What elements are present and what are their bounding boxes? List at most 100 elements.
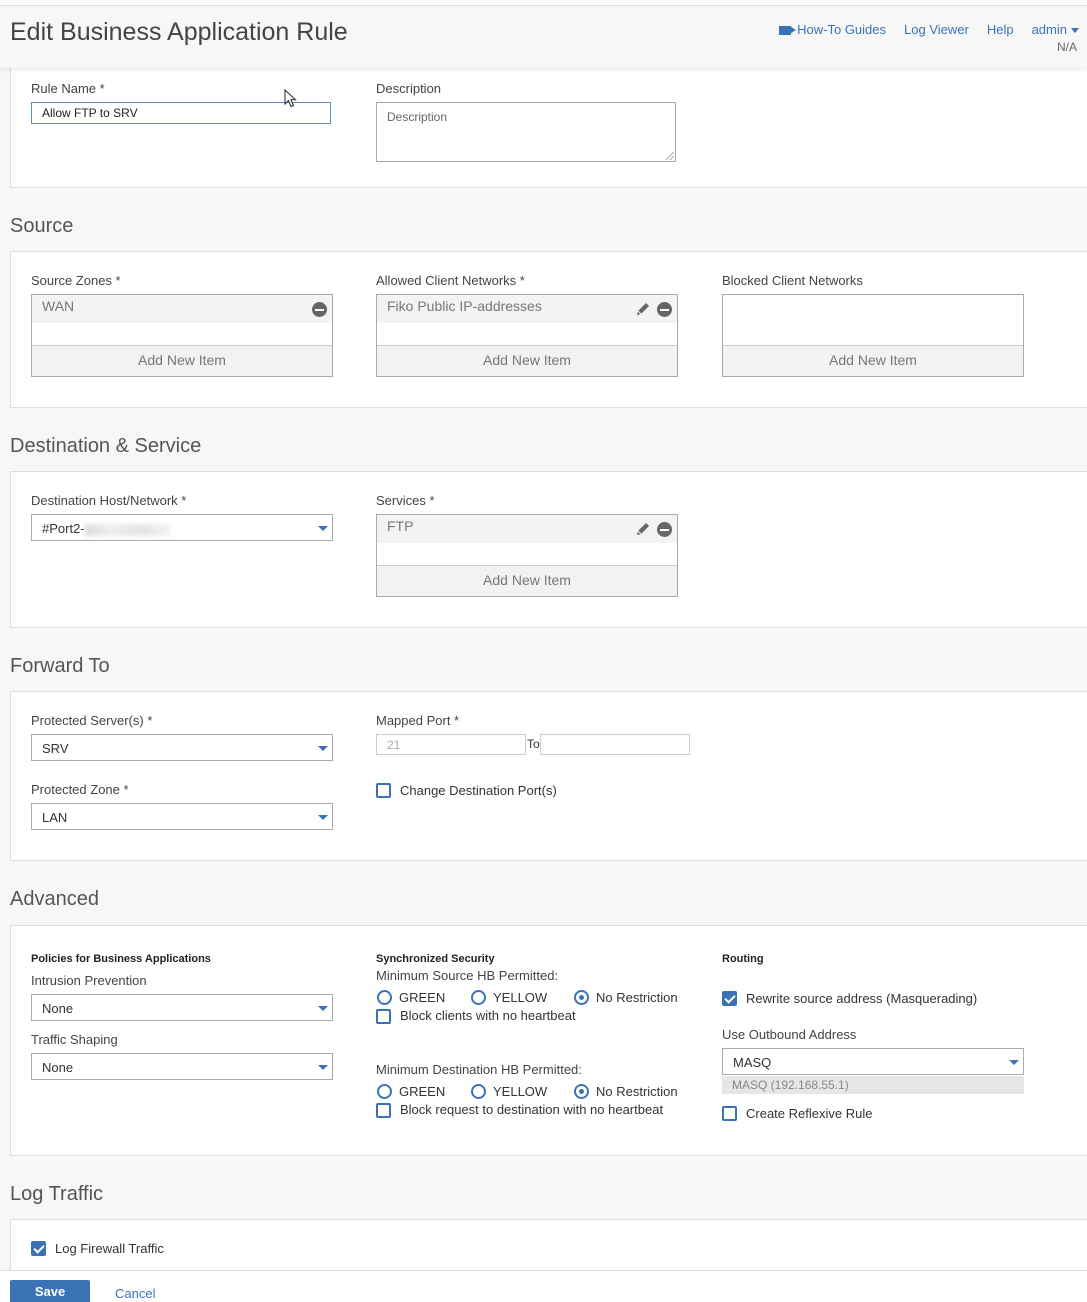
policies-label: Policies for Business Applications bbox=[31, 953, 211, 965]
dest-hb-no-restriction-radio[interactable] bbox=[574, 1084, 589, 1099]
page-title: Edit Business Application Rule bbox=[10, 18, 348, 46]
source-hb-yellow-label: YELLOW bbox=[493, 990, 548, 1005]
protected-server-value: SRV bbox=[42, 741, 69, 756]
log-viewer-link[interactable]: Log Viewer bbox=[904, 22, 969, 37]
page-header: Edit Business Application Rule How-To Gu… bbox=[0, 6, 1087, 68]
save-button[interactable]: Save bbox=[10, 1280, 90, 1302]
add-new-item-button[interactable]: Add New Item bbox=[377, 565, 677, 596]
outbound-address-info: MASQ (192.168.55.1) bbox=[722, 1076, 1024, 1094]
source-hb-green-radio[interactable] bbox=[377, 990, 392, 1005]
block-request-checkbox[interactable] bbox=[376, 1103, 391, 1118]
source-hb-green-label: GREEN bbox=[399, 990, 446, 1005]
redacted-blur bbox=[84, 523, 170, 536]
min-dest-hb-label: Minimum Destination HB Permitted: bbox=[376, 1062, 582, 1077]
reflexive-rule-label: Create Reflexive Rule bbox=[746, 1106, 873, 1121]
remove-icon[interactable] bbox=[657, 302, 672, 317]
cancel-button[interactable]: Cancel bbox=[115, 1286, 155, 1301]
block-request-label: Block request to destination with no hea… bbox=[400, 1102, 664, 1117]
forward-panel bbox=[10, 691, 1087, 861]
source-hb-no-restriction-radio[interactable] bbox=[574, 990, 589, 1005]
list-item: Fiko Public IP-addresses bbox=[377, 295, 677, 323]
mapped-port-label: Mapped Port * bbox=[376, 713, 460, 728]
protected-server-label: Protected Server(s) * bbox=[31, 713, 153, 728]
protected-zone-value: LAN bbox=[42, 810, 68, 825]
source-hb-yellow-radio[interactable] bbox=[471, 990, 486, 1005]
traffic-shaping-value: None bbox=[42, 1060, 74, 1075]
outbound-address-select[interactable]: MASQ bbox=[722, 1048, 1024, 1075]
protected-server-select[interactable]: SRV bbox=[31, 734, 333, 761]
chevron-down-icon bbox=[318, 746, 328, 751]
min-source-hb-label: Minimum Source HB Permitted: bbox=[376, 968, 559, 983]
services-list: FTP Add New Item bbox=[376, 514, 678, 597]
rewrite-source-label: Rewrite source address (Masquerading) bbox=[746, 991, 978, 1006]
source-zones-list: WAN Add New Item bbox=[31, 294, 333, 377]
change-destination-port-checkbox[interactable] bbox=[376, 783, 391, 798]
blocked-client-networks-list: Add New Item bbox=[722, 294, 1024, 377]
user-name: admin bbox=[1031, 22, 1067, 37]
log-firewall-traffic-checkbox[interactable] bbox=[31, 1241, 46, 1256]
dest-hb-no-restriction-label: No Restriction bbox=[596, 1084, 678, 1099]
remove-icon[interactable] bbox=[657, 522, 672, 537]
traffic-shaping-label: Traffic Shaping bbox=[31, 1032, 118, 1047]
block-clients-checkbox[interactable] bbox=[376, 1009, 391, 1024]
traffic-shaping-select[interactable]: None bbox=[31, 1053, 333, 1080]
destination-host-select[interactable]: #Port2- bbox=[31, 514, 333, 541]
intrusion-prevention-label: Intrusion Prevention bbox=[31, 973, 147, 988]
source-hb-no-restriction-label: No Restriction bbox=[596, 990, 678, 1005]
list-item: FTP bbox=[377, 515, 677, 543]
status-na: N/A bbox=[1056, 40, 1077, 54]
intrusion-prevention-value: None bbox=[42, 1001, 74, 1016]
routing-label: Routing bbox=[722, 953, 764, 965]
pencil-icon[interactable] bbox=[635, 301, 651, 317]
list-item-label: WAN bbox=[42, 298, 75, 314]
protected-zone-label: Protected Zone * bbox=[31, 782, 129, 797]
rewrite-source-checkbox[interactable] bbox=[722, 991, 737, 1006]
mapped-port-from-input[interactable]: 21 bbox=[376, 734, 526, 755]
reflexive-rule-checkbox[interactable] bbox=[722, 1106, 737, 1121]
pencil-icon[interactable] bbox=[635, 521, 651, 537]
log-firewall-traffic-label: Log Firewall Traffic bbox=[55, 1241, 164, 1256]
mouse-cursor-icon bbox=[284, 89, 297, 108]
help-link[interactable]: Help bbox=[987, 22, 1014, 37]
protected-zone-select[interactable]: LAN bbox=[31, 803, 333, 830]
footer-bar: Save Cancel bbox=[0, 1270, 1087, 1302]
outbound-address-value: MASQ bbox=[733, 1055, 772, 1070]
how-to-guides-label: How-To Guides bbox=[797, 22, 887, 37]
mapped-port-to-label: To bbox=[527, 737, 540, 751]
change-destination-port-label: Change Destination Port(s) bbox=[400, 783, 557, 798]
add-new-item-button[interactable]: Add New Item bbox=[32, 345, 332, 376]
dest-hb-yellow-radio[interactable] bbox=[471, 1084, 486, 1099]
resize-grip-icon[interactable] bbox=[666, 152, 674, 160]
chevron-down-icon bbox=[318, 526, 328, 531]
dest-hb-yellow-label: YELLOW bbox=[493, 1084, 548, 1099]
list-item-label: FTP bbox=[387, 518, 414, 534]
destination-host-value: #Port2- bbox=[42, 521, 85, 536]
remove-icon[interactable] bbox=[312, 302, 327, 317]
allowed-client-networks-list: Fiko Public IP-addresses Add New Item bbox=[376, 294, 678, 377]
chevron-down-icon bbox=[318, 1006, 328, 1011]
add-new-item-button[interactable]: Add New Item bbox=[377, 345, 677, 376]
blocked-client-networks-label: Blocked Client Networks bbox=[722, 273, 863, 288]
section-title-log: Log Traffic bbox=[10, 1183, 104, 1205]
mapped-port-to-input[interactable] bbox=[540, 734, 690, 755]
video-camera-icon bbox=[779, 26, 797, 35]
chevron-down-icon bbox=[1071, 28, 1079, 34]
outbound-address-label: Use Outbound Address bbox=[722, 1027, 857, 1042]
rule-name-label: Rule Name * bbox=[31, 81, 105, 96]
how-to-guides-link[interactable]: How-To Guides bbox=[779, 22, 886, 37]
block-clients-label: Block clients with no heartbeat bbox=[400, 1008, 576, 1023]
synchronized-security-label: Synchronized Security bbox=[376, 953, 495, 965]
add-new-item-button[interactable]: Add New Item bbox=[723, 345, 1023, 376]
services-label: Services * bbox=[376, 493, 435, 508]
description-textarea[interactable]: Description bbox=[376, 102, 676, 162]
destination-host-label: Destination Host/Network * bbox=[31, 493, 187, 508]
section-title-source: Source bbox=[10, 215, 74, 237]
list-item-label: Fiko Public IP-addresses bbox=[387, 298, 542, 314]
intrusion-prevention-select[interactable]: None bbox=[31, 994, 333, 1021]
description-label: Description bbox=[376, 81, 442, 96]
chevron-down-icon bbox=[318, 1065, 328, 1070]
dest-hb-green-radio[interactable] bbox=[377, 1084, 392, 1099]
section-title-advanced: Advanced bbox=[10, 888, 99, 910]
user-menu[interactable]: admin bbox=[1032, 22, 1079, 37]
section-title-destination: Destination & Service bbox=[10, 435, 202, 457]
